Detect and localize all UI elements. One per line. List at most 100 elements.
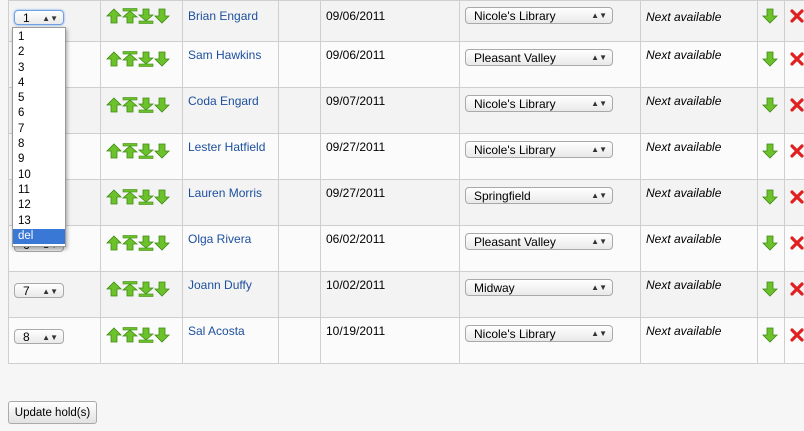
priority-option[interactable]: 3 — [13, 61, 65, 76]
move-down-icon[interactable] — [762, 235, 778, 251]
update-holds-button[interactable]: Update hold(s) — [8, 401, 97, 424]
pickup-library-select[interactable]: Midway ▲▼ — [465, 279, 613, 296]
move-up-icon[interactable] — [106, 51, 122, 67]
move-bottom-icon[interactable] — [138, 143, 154, 159]
move-down-icon[interactable] — [154, 327, 170, 343]
move-top-icon[interactable] — [122, 97, 138, 113]
blank-cell — [278, 0, 321, 42]
lower-priority-cell — [757, 87, 785, 134]
priority-option[interactable]: 8 — [13, 137, 65, 152]
delete-icon[interactable] — [789, 97, 804, 113]
priority-option[interactable]: 10 — [13, 168, 65, 183]
delete-icon[interactable] — [789, 327, 804, 343]
expiration-cell: Next available — [640, 133, 758, 180]
move-bottom-icon[interactable] — [138, 281, 154, 297]
move-up-icon[interactable] — [106, 97, 122, 113]
move-top-icon[interactable] — [122, 327, 138, 343]
move-bottom-icon[interactable] — [138, 189, 154, 205]
move-top-icon[interactable] — [122, 189, 138, 205]
move-top-icon[interactable] — [122, 235, 138, 251]
move-top-icon[interactable] — [122, 281, 138, 297]
delete-icon[interactable] — [789, 235, 804, 251]
delete-icon[interactable] — [789, 143, 804, 159]
patron-link[interactable]: Joann Duffy — [188, 278, 252, 292]
pickup-library-select[interactable]: Springfield ▲▼ — [465, 187, 613, 204]
priority-select[interactable]: 8 ▲▼ — [14, 329, 64, 344]
pickup-library-select[interactable]: Nicole's Library ▲▼ — [465, 7, 613, 24]
pickup-library-select[interactable]: Nicole's Library ▲▼ — [465, 141, 613, 158]
priority-option[interactable]: 11 — [13, 183, 65, 198]
patron-link[interactable]: Brian Engard — [188, 9, 258, 23]
move-down-icon[interactable] — [762, 189, 778, 205]
priority-option[interactable]: 13 — [13, 214, 65, 229]
delete-icon[interactable] — [789, 8, 804, 24]
pickup-library-select[interactable]: Pleasant Valley ▲▼ — [465, 233, 613, 250]
move-down-icon[interactable] — [154, 51, 170, 67]
move-bottom-icon[interactable] — [138, 51, 154, 67]
hold-row: 7 ▲▼ Joann Duffy 10/02/2011 Midway ▲▼ Ne… — [8, 271, 804, 318]
move-down-icon[interactable] — [762, 8, 778, 24]
priority-select[interactable]: 7 ▲▼ — [14, 283, 64, 298]
move-up-icon[interactable] — [106, 327, 122, 343]
patron-cell: Joann Duffy — [182, 271, 279, 318]
blank-cell — [278, 317, 321, 364]
patron-link[interactable]: Lauren Morris — [188, 186, 262, 200]
patron-link[interactable]: Olga Rivera — [188, 232, 251, 246]
move-down-icon[interactable] — [762, 97, 778, 113]
move-cell — [100, 41, 183, 88]
select-arrows-icon: ▲▼ — [42, 333, 58, 342]
delete-icon[interactable] — [789, 281, 804, 297]
priority-value: 7 — [23, 284, 30, 298]
move-down-icon[interactable] — [154, 235, 170, 251]
priority-option[interactable]: 6 — [13, 106, 65, 121]
move-down-icon[interactable] — [154, 97, 170, 113]
patron-cell: Lauren Morris — [182, 179, 279, 226]
move-down-icon[interactable] — [154, 143, 170, 159]
move-top-icon[interactable] — [122, 8, 138, 24]
move-top-icon[interactable] — [122, 51, 138, 67]
move-down-icon[interactable] — [154, 189, 170, 205]
expiration-text: Next available — [646, 278, 722, 292]
move-up-icon[interactable] — [106, 189, 122, 205]
priority-option[interactable]: 7 — [13, 122, 65, 137]
delete-icon[interactable] — [789, 189, 804, 205]
move-up-icon[interactable] — [106, 143, 122, 159]
library-value: Springfield — [474, 189, 531, 203]
move-bottom-icon[interactable] — [138, 97, 154, 113]
move-down-icon[interactable] — [762, 327, 778, 343]
move-top-icon[interactable] — [122, 143, 138, 159]
move-bottom-icon[interactable] — [138, 8, 154, 24]
move-down-icon[interactable] — [762, 281, 778, 297]
move-down-icon[interactable] — [154, 8, 170, 24]
expiration-cell: Next available — [640, 317, 758, 364]
priority-option[interactable]: 9 — [13, 152, 65, 167]
pickup-library-select[interactable]: Pleasant Valley ▲▼ — [465, 49, 613, 66]
priority-option[interactable]: 4 — [13, 76, 65, 91]
move-up-icon[interactable] — [106, 281, 122, 297]
patron-link[interactable]: Lester Hatfield — [188, 140, 265, 154]
select-arrows-icon: ▲▼ — [591, 237, 607, 246]
priority-option[interactable]: 2 — [13, 45, 65, 60]
pickup-library-select[interactable]: Nicole's Library ▲▼ — [465, 325, 613, 342]
patron-link[interactable]: Sam Hawkins — [188, 48, 261, 62]
priority-dropdown-list[interactable]: 1 2 3 4 5 6 7 8 9 10 11 12 13 del — [12, 27, 66, 248]
move-down-icon[interactable] — [762, 143, 778, 159]
pickup-library-select[interactable]: Nicole's Library ▲▼ — [465, 95, 613, 112]
patron-link[interactable]: Coda Engard — [188, 94, 259, 108]
delete-icon[interactable] — [789, 51, 804, 67]
move-down-icon[interactable] — [154, 281, 170, 297]
priority-option[interactable]: 12 — [13, 198, 65, 213]
move-bottom-icon[interactable] — [138, 235, 154, 251]
priority-option[interactable]: 1 — [13, 30, 65, 45]
move-up-icon[interactable] — [106, 235, 122, 251]
blank-cell — [278, 133, 321, 180]
priority-select[interactable]: 1 ▲▼ — [14, 10, 64, 25]
priority-option[interactable]: 5 — [13, 91, 65, 106]
patron-link[interactable]: Sal Acosta — [188, 324, 245, 338]
move-down-icon[interactable] — [762, 51, 778, 67]
move-up-icon[interactable] — [106, 8, 122, 24]
library-cell: Nicole's Library ▲▼ — [459, 0, 641, 42]
move-bottom-icon[interactable] — [138, 327, 154, 343]
move-cell — [100, 133, 183, 180]
priority-option[interactable]: del — [13, 228, 65, 245]
